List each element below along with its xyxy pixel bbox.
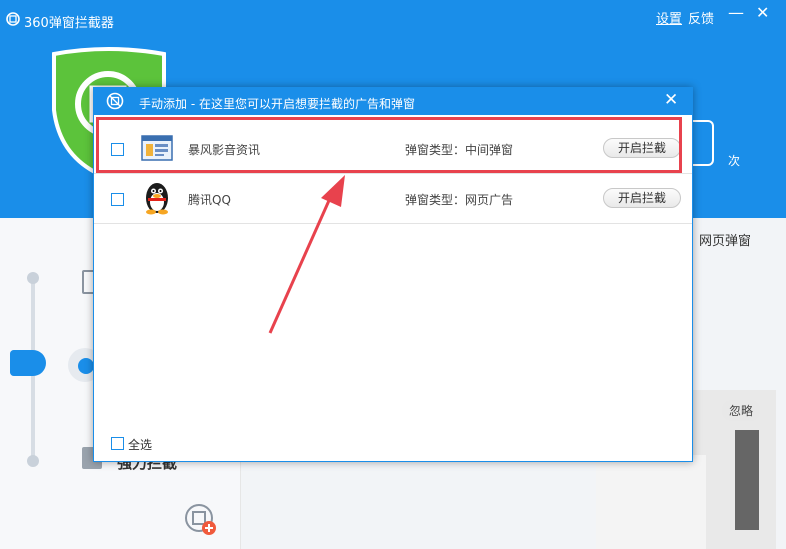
count-unit: 次 <box>728 154 741 168</box>
level-slider-handle[interactable] <box>10 350 46 376</box>
qq-penguin-icon <box>146 183 168 215</box>
app-name: 腾讯QQ <box>188 193 231 207</box>
app-title: 360弹窗拦截器 <box>24 16 114 31</box>
dialog-close-button[interactable]: ✕ <box>664 90 678 110</box>
ad-preview-floor <box>596 455 706 549</box>
close-button[interactable]: ✕ <box>756 3 769 22</box>
dialog-title: 手动添加 - 在这里您可以开启想要拦截的广告和弹窗 <box>139 97 415 111</box>
block-window-icon <box>106 92 124 110</box>
add-window-icon[interactable] <box>184 503 218 537</box>
count-display <box>690 120 714 166</box>
ignore-button[interactable]: 忽略 <box>722 400 761 421</box>
enable-block-button[interactable]: 开启拦截 <box>603 188 681 208</box>
check-icon <box>78 358 94 374</box>
select-all-label[interactable]: 全选 <box>128 436 152 453</box>
feedback-link[interactable]: 反馈 <box>688 8 714 27</box>
settings-link[interactable]: 设置 <box>656 8 682 27</box>
minimize-button[interactable]: — <box>728 3 744 22</box>
popup-type: 弹窗类型：网页广告 <box>405 193 514 207</box>
level-slider-stop-top[interactable] <box>27 272 39 284</box>
ad-preview-detail <box>735 430 759 530</box>
tab-web-popup[interactable]: 网页弹窗 <box>699 230 751 249</box>
level-slider-stop-bottom[interactable] <box>27 455 39 467</box>
select-all-checkbox[interactable] <box>111 437 124 450</box>
list-item: 腾讯QQ 弹窗类型：网页广告 开启拦截 <box>94 174 692 224</box>
row-checkbox[interactable] <box>111 193 124 206</box>
dialog-header: 手动添加 - 在这里您可以开启想要拦截的广告和弹窗 ✕ <box>94 88 692 115</box>
app-logo-icon <box>6 12 20 26</box>
highlight-box <box>96 117 682 173</box>
